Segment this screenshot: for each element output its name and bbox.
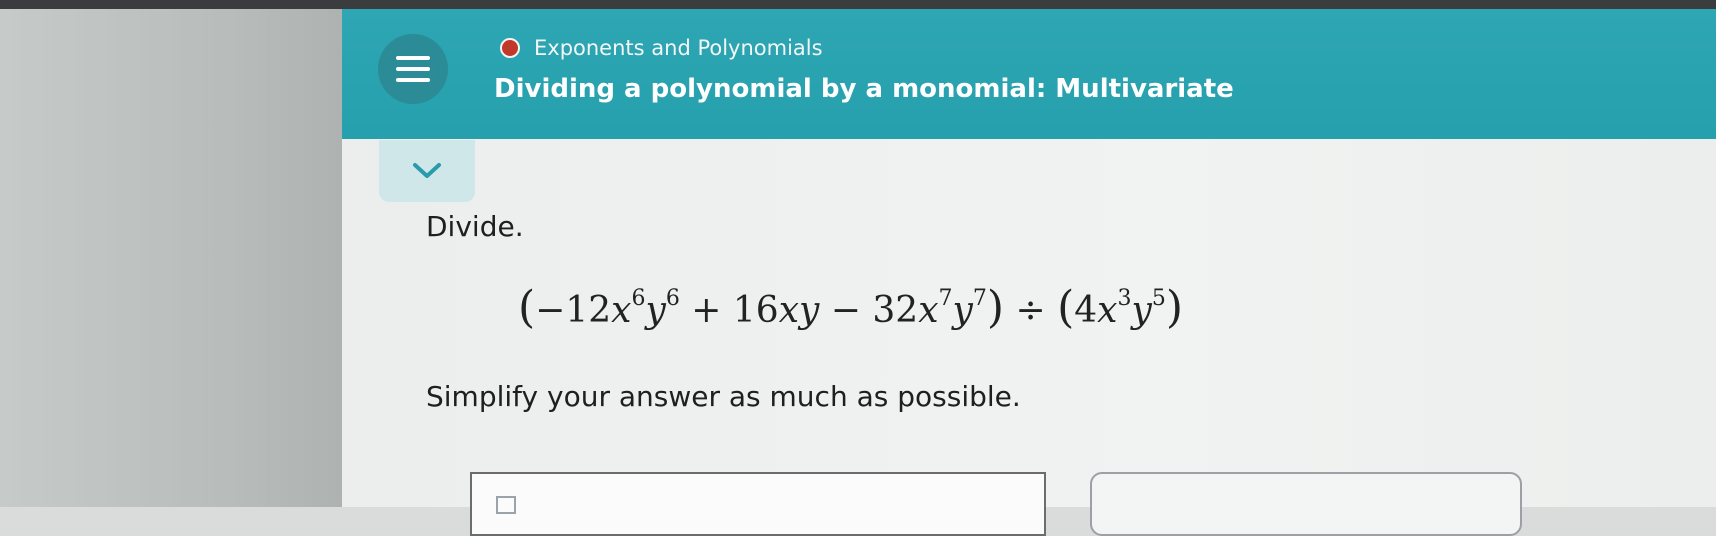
term3-x-exponent: 7: [938, 286, 953, 311]
term1-y: y: [645, 290, 666, 331]
divisor-x-exponent: 3: [1117, 286, 1132, 311]
term3-x: x: [918, 290, 939, 331]
term3-y: y: [952, 290, 973, 331]
term2-coefficient: 16: [732, 290, 779, 331]
term1-x: x: [611, 290, 632, 331]
divisor-coefficient: 4: [1074, 290, 1098, 331]
term2-variables: xy: [778, 290, 820, 331]
page-title: Dividing a polynomial by a monomial: Mul…: [494, 74, 1234, 104]
term1-y-exponent: 6: [665, 286, 680, 311]
problem-prompt: Divide.: [426, 210, 524, 243]
close-paren: ): [986, 282, 1005, 333]
term1-x-exponent: 6: [631, 286, 646, 311]
topic-row: Exponents and Polynomials: [500, 36, 823, 60]
answer-input[interactable]: [470, 472, 1046, 536]
left-side-panel: [0, 9, 342, 507]
collapse-toggle[interactable]: [379, 140, 475, 202]
topic-status-dot: [500, 38, 520, 58]
plus-operator: +: [679, 290, 733, 331]
divisor-y: y: [1131, 290, 1152, 331]
hamburger-icon: [396, 56, 430, 82]
math-expression: (−12x6y6 + 16xy − 32x7y7) ÷ (4x3y5): [518, 282, 1183, 333]
term1-coefficient: −12: [535, 290, 612, 331]
divisor-open-paren: (: [1057, 282, 1075, 333]
topic-name: Exponents and Polynomials: [534, 36, 823, 60]
divisor-close-paren: ): [1165, 282, 1183, 333]
menu-button[interactable]: [378, 34, 448, 104]
term3-y-exponent: 7: [972, 286, 987, 311]
open-paren: (: [518, 282, 536, 333]
term3-coefficient: 32: [872, 290, 919, 331]
answer-placeholder-box: [496, 496, 516, 514]
top-bezel: [0, 0, 1716, 9]
divide-operator: ÷: [1004, 290, 1058, 331]
minus-operator: −: [819, 290, 873, 331]
divisor-y-exponent: 5: [1151, 286, 1166, 311]
divisor-x: x: [1097, 290, 1118, 331]
chevron-down-icon: [413, 163, 441, 178]
math-tools-panel[interactable]: [1090, 472, 1522, 536]
problem-instruction: Simplify your answer as much as possible…: [426, 380, 1021, 413]
